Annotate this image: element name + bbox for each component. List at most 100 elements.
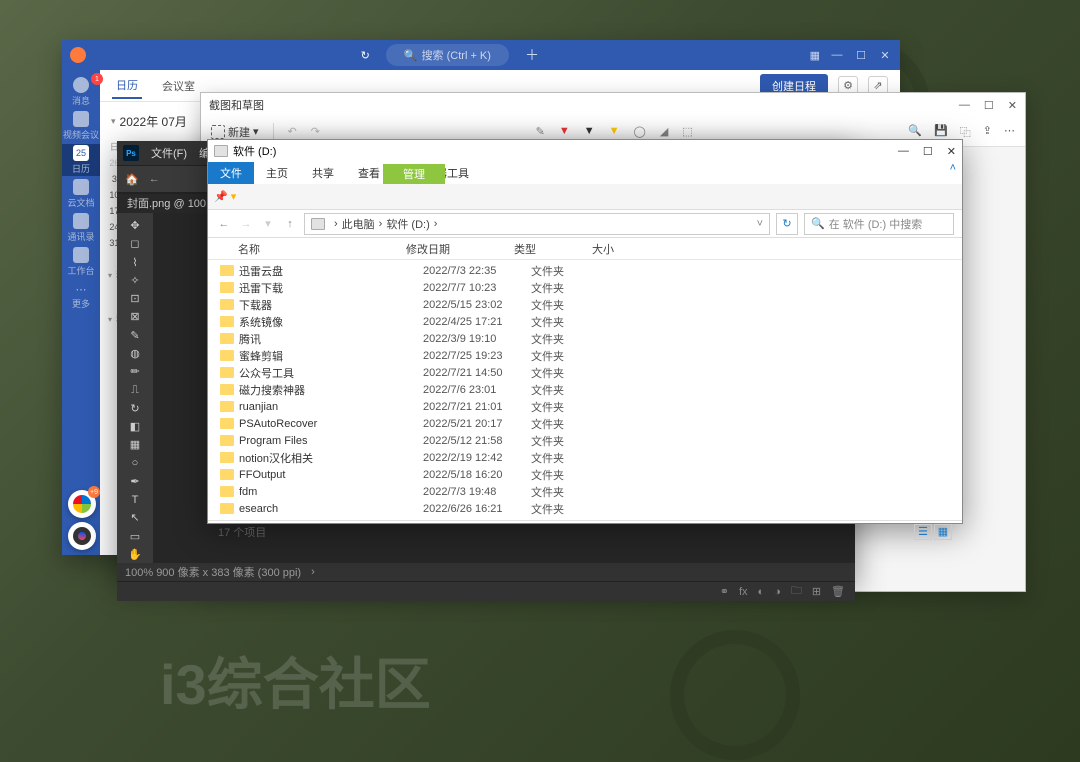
app-launcher-icon[interactable]: +9 (68, 490, 96, 518)
history-icon[interactable]: ↻ (361, 49, 370, 62)
trash-icon[interactable]: 🗑 (831, 585, 845, 598)
table-row[interactable]: 腾讯2022/3/9 19:10文件夹 (208, 330, 962, 347)
icons-view-icon[interactable]: ▦ (934, 524, 952, 540)
table-row[interactable]: 磁力搜索神器2022/7/6 23:01文件夹 (208, 381, 962, 398)
sidebar-item-contacts[interactable]: 通讯录 (62, 212, 100, 244)
explorer-titlebar[interactable]: 软件 (D:) — ☐ ✕ (208, 140, 962, 162)
table-row[interactable]: 下载器2022/5/15 23:02文件夹 (208, 296, 962, 313)
add-button[interactable]: ＋ (525, 45, 539, 65)
pin-icon[interactable]: 📌 ▾ (214, 190, 236, 203)
maximize-button[interactable]: ☐ (923, 145, 933, 158)
shape-tool-icon[interactable]: ▭ (122, 528, 148, 545)
search-input[interactable]: 🔍 搜索 (Ctrl + K) (386, 44, 509, 66)
minimize-button[interactable]: — (959, 99, 970, 112)
brush-tool-icon[interactable]: ✏ (122, 363, 148, 380)
frame-tool-icon[interactable]: ⊠ (122, 308, 148, 325)
highlighter-icon[interactable]: ▼ (609, 125, 620, 138)
adjust-icon[interactable]: ◑ (774, 586, 781, 598)
table-row[interactable]: fdm2022/7/3 19:48文件夹 (208, 483, 962, 500)
file-list[interactable]: 迅雷云盘2022/7/3 22:35文件夹迅雷下载2022/7/7 10:23文… (208, 260, 962, 520)
history-brush-icon[interactable]: ↻ (122, 400, 148, 417)
undo-icon[interactable]: ↶ (288, 125, 297, 138)
table-row[interactable]: esearch2022/6/26 16:21文件夹 (208, 500, 962, 517)
lasso-tool-icon[interactable]: ⌇ (122, 254, 148, 271)
app-icon[interactable] (68, 522, 96, 550)
close-button[interactable]: ✕ (947, 145, 956, 158)
pen-tool-icon[interactable]: ✒ (122, 473, 148, 490)
table-row[interactable]: 迅雷云盘2022/7/3 22:35文件夹 (208, 262, 962, 279)
zoom-icon[interactable]: 🔍 (908, 124, 922, 140)
month-selector[interactable]: 2022年 07月 (108, 110, 197, 133)
eyedropper-tool-icon[interactable]: ✎ (122, 327, 148, 344)
sidebar-item-video[interactable]: 视频会议 (62, 110, 100, 142)
table-row[interactable]: 迅雷下载2022/7/7 10:23文件夹 (208, 279, 962, 296)
new-layer-icon[interactable]: ⊞ (812, 585, 821, 598)
table-row[interactable]: PSAutoRecover2022/5/21 20:17文件夹 (208, 415, 962, 432)
hand-tool-icon[interactable]: ✋ (122, 546, 148, 563)
eraser-tool-icon[interactable]: ◧ (122, 418, 148, 435)
blur-tool-icon[interactable]: ○ (122, 454, 148, 471)
close-button[interactable]: ✕ (878, 49, 892, 62)
maximize-button[interactable]: ☐ (854, 49, 868, 62)
table-row[interactable]: FFOutput2022/5/18 16:20文件夹 (208, 466, 962, 483)
home-icon[interactable]: 🏠 (125, 173, 139, 186)
ruler-icon[interactable]: ◢ (660, 125, 668, 138)
sidebar-item-calendar[interactable]: 25日历 (62, 144, 100, 176)
table-row[interactable]: 蜜蜂剪辑2022/7/25 19:23文件夹 (208, 347, 962, 364)
wand-tool-icon[interactable]: ✧ (122, 272, 148, 289)
gradient-tool-icon[interactable]: ▦ (122, 436, 148, 453)
fx-icon[interactable]: fx (739, 586, 748, 598)
mask-icon[interactable]: ◐ (758, 586, 765, 598)
type-tool-icon[interactable]: T (122, 491, 148, 508)
save-icon[interactable]: 💾 (934, 124, 948, 140)
sidebar-item-messages[interactable]: 消息1 (62, 76, 100, 108)
stamp-tool-icon[interactable]: ⎍ (122, 381, 148, 398)
table-row[interactable]: notion汉化相关2022/2/19 12:42文件夹 (208, 449, 962, 466)
calendar-titlebar[interactable]: ↻ 🔍 搜索 (Ctrl + K) ＋ ▦ — ☐ ✕ (62, 40, 900, 70)
user-avatar[interactable] (70, 47, 86, 63)
nav-forward-icon[interactable]: → (238, 218, 254, 230)
move-tool-icon[interactable]: ✥ (122, 217, 148, 234)
path-tool-icon[interactable]: ↖ (122, 509, 148, 526)
eraser-icon[interactable]: ◯ (634, 125, 646, 138)
sidebar-item-docs[interactable]: 云文档 (62, 178, 100, 210)
table-row[interactable]: 系统镜像2022/4/25 17:21文件夹 (208, 313, 962, 330)
ribbon-manage[interactable]: 管理 (383, 164, 445, 184)
tab-meeting[interactable]: 会议室 (158, 74, 199, 98)
qr-icon[interactable]: ▦ (810, 49, 820, 62)
ribbon-collapse-icon[interactable]: ˄ (950, 162, 962, 184)
close-button[interactable]: ✕ (1008, 99, 1017, 112)
search-input[interactable]: 🔍 在 软件 (D:) 中搜索 (804, 213, 954, 235)
maximize-button[interactable]: ☐ (984, 99, 994, 112)
ribbon-file[interactable]: 文件 (208, 162, 254, 184)
redo-icon[interactable]: ↷ (311, 125, 320, 138)
folder-icon[interactable]: 🗀 (791, 582, 802, 601)
ribbon-share[interactable]: 共享 (300, 162, 346, 184)
more-icon[interactable]: ⋯ (1004, 124, 1015, 140)
pen-2-icon[interactable]: ▼ (584, 125, 595, 138)
column-headers[interactable]: 名称 修改日期 类型 大小 (208, 238, 962, 260)
touch-icon[interactable]: ✎ (536, 125, 545, 138)
marquee-tool-icon[interactable]: ◻ (122, 235, 148, 252)
pen-1-icon[interactable]: ▼ (559, 125, 570, 138)
share-icon[interactable]: ⇪ (983, 124, 992, 140)
table-row[interactable]: 公众号工具2022/7/21 14:50文件夹 (208, 364, 962, 381)
back-icon[interactable]: ← (149, 173, 160, 185)
copy-icon[interactable]: ⿻ (960, 124, 971, 140)
sidebar-item-more[interactable]: ⋯更多 (62, 280, 100, 312)
crop-icon[interactable]: ⬚ (682, 125, 692, 138)
table-row[interactable]: ruanjian2022/7/21 21:01文件夹 (208, 398, 962, 415)
heal-tool-icon[interactable]: ◍ (122, 345, 148, 362)
new-snip-button[interactable]: 新建 ▾ (211, 124, 259, 140)
ribbon-home[interactable]: 主页 (254, 162, 300, 184)
minimize-button[interactable]: — (898, 145, 909, 158)
minimize-button[interactable]: — (830, 49, 844, 62)
tab-calendar[interactable]: 日历 (112, 73, 142, 99)
crop-tool-icon[interactable]: ⊡ (122, 290, 148, 307)
nav-history-icon[interactable]: ▾ (260, 217, 276, 230)
menu-file[interactable]: 文件(F) (151, 145, 187, 161)
table-row[interactable]: Program Files2022/5/12 21:58文件夹 (208, 432, 962, 449)
snip-titlebar[interactable]: 截图和草图 — ☐ ✕ (201, 93, 1025, 117)
refresh-icon[interactable]: ↻ (776, 213, 798, 235)
nav-back-icon[interactable]: ← (216, 218, 232, 230)
